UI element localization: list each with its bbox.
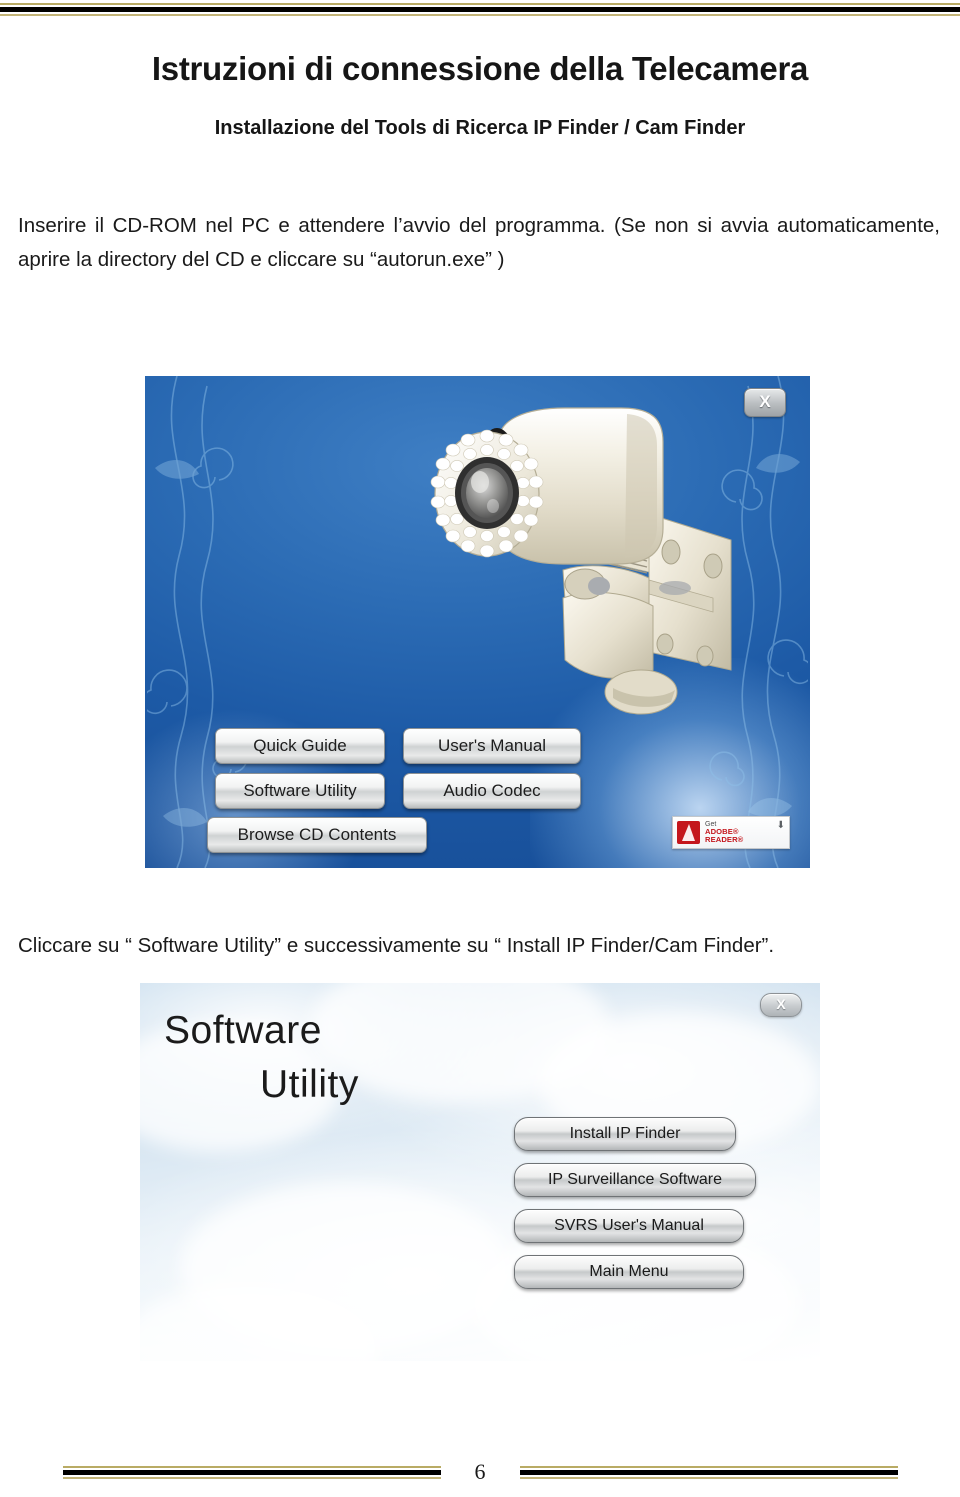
page-number: 6 (474, 1459, 486, 1484)
svrs-users-manual-button[interactable]: SVRS User's Manual (514, 1209, 744, 1243)
software-utility-title-line2: Utility (260, 1063, 359, 1106)
footer-rule-left (62, 1465, 441, 1479)
download-arrow-icon: ⬇ (776, 820, 785, 831)
adobe-reader-label: ADOBE® READER® (705, 827, 744, 845)
intro-paragraph: Inserire il CD-ROM nel PC e attendere l’… (18, 213, 940, 271)
adobe-acrobat-icon (677, 821, 700, 844)
adobe-badge-text: Get ADOBE® READER® (705, 821, 777, 844)
autorun-main-menu-screenshot: X Quick Guide User's Manual Software Uti… (145, 376, 810, 868)
instruction-caption: Cliccare su “ Software Utility” e succes… (18, 933, 775, 957)
footer: 6 (0, 1461, 960, 1483)
software-utility-screenshot: Software Utility X Install IP Finder IP … (140, 983, 820, 1361)
install-ip-finder-button[interactable]: Install IP Finder (514, 1117, 736, 1151)
users-manual-button[interactable]: User's Manual (403, 728, 581, 764)
header-decorative-rule (0, 3, 960, 16)
close-icon[interactable]: X (760, 993, 802, 1017)
quick-guide-button[interactable]: Quick Guide (215, 728, 385, 764)
header-rule-gold-bottom (0, 14, 960, 16)
main-menu-button[interactable]: Main Menu (514, 1255, 744, 1289)
page-subtitle: Installazione del Tools di Ricerca IP Fi… (214, 116, 746, 139)
ip-surveillance-software-button[interactable]: IP Surveillance Software (514, 1163, 756, 1197)
bullet-ip-camera-illustration (430, 407, 732, 715)
get-adobe-reader-badge[interactable]: Get ADOBE® READER® ⬇ (672, 816, 790, 849)
audio-codec-button[interactable]: Audio Codec (403, 773, 581, 809)
software-utility-button[interactable]: Software Utility (215, 773, 385, 809)
browse-cd-contents-button[interactable]: Browse CD Contents (207, 817, 427, 853)
cloud-puff (470, 1223, 800, 1361)
page-title: Istruzioni di connessione della Telecame… (151, 50, 809, 88)
close-icon[interactable]: X (744, 388, 786, 417)
software-utility-title-line1: Software (164, 1009, 322, 1052)
footer-rule-right (519, 1465, 898, 1479)
